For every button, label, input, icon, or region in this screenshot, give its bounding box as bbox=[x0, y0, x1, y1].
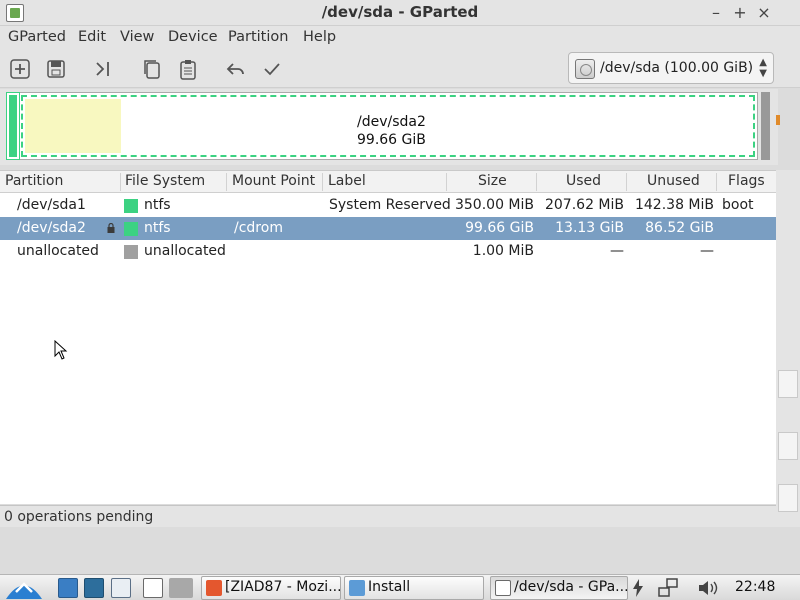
disk-graphic-frame: /dev/sda2 99.66 GiB bbox=[6, 92, 758, 160]
gparted-icon bbox=[495, 580, 511, 596]
gparted-launcher-icon[interactable] bbox=[143, 578, 163, 598]
settings-icon[interactable] bbox=[84, 578, 104, 598]
device-selector[interactable]: /dev/sda (100.00 GiB) ▲ ▼ bbox=[568, 52, 774, 84]
task-install[interactable]: Install bbox=[344, 576, 484, 600]
background-window-edge bbox=[778, 370, 798, 398]
volume-icon[interactable] bbox=[697, 579, 721, 597]
menu-gparted[interactable]: GParted bbox=[8, 29, 66, 45]
column-unused[interactable]: Unused bbox=[647, 173, 700, 189]
cell-size: 99.66 GiB bbox=[465, 220, 534, 236]
cell-size: 350.00 MiB bbox=[454, 197, 534, 213]
resize-icon[interactable] bbox=[92, 57, 116, 81]
cell-partition: /dev/sda1 bbox=[17, 197, 86, 213]
window-title: /dev/sda - GParted bbox=[321, 3, 479, 21]
column-filesystem[interactable]: File System bbox=[125, 173, 205, 189]
spin-arrows-icon: ▲ ▼ bbox=[759, 57, 767, 79]
network-icon[interactable] bbox=[657, 578, 679, 598]
power-icon[interactable] bbox=[632, 579, 644, 597]
cell-size: 1.00 MiB bbox=[472, 243, 534, 259]
fs-color-swatch bbox=[124, 199, 138, 213]
cell-unused: 86.52 GiB bbox=[645, 220, 714, 236]
right-edge-panel bbox=[776, 170, 800, 527]
cell-used: 13.13 GiB bbox=[555, 220, 624, 236]
menu-view[interactable]: View bbox=[120, 29, 154, 45]
disk-graphic: /dev/sda2 99.66 GiB bbox=[0, 89, 780, 165]
cell-partition: unallocated bbox=[17, 243, 99, 259]
partition-table: Partition File System Mount Point Label … bbox=[0, 170, 776, 504]
partition-block-size: 99.66 GiB bbox=[357, 132, 426, 148]
copy-icon[interactable] bbox=[140, 57, 164, 81]
task-firefox[interactable]: [ZIAD87 - Mozi... bbox=[201, 576, 341, 600]
background-window-edge bbox=[778, 432, 798, 460]
delete-icon[interactable] bbox=[44, 57, 68, 81]
table-row[interactable]: /dev/sda1 ntfs System Reserved 350.00 Mi… bbox=[0, 194, 776, 217]
cell-partition: /dev/sda2 bbox=[17, 220, 86, 236]
file-manager-icon[interactable] bbox=[58, 578, 78, 598]
clock: 22:48 bbox=[735, 579, 776, 595]
menu-edit[interactable]: Edit bbox=[78, 29, 106, 45]
background-window-edge bbox=[778, 484, 798, 512]
start-menu-icon[interactable] bbox=[4, 576, 44, 600]
resize-handle[interactable] bbox=[776, 115, 780, 125]
close-button[interactable]: × bbox=[752, 1, 776, 25]
cell-mount-point: /cdrom bbox=[234, 220, 283, 236]
cell-filesystem: ntfs bbox=[144, 197, 171, 213]
task-label: Install bbox=[368, 579, 411, 595]
taskbar: [ZIAD87 - Mozi... Install /dev/sda - GPa… bbox=[0, 574, 800, 600]
column-label[interactable]: Label bbox=[328, 173, 366, 189]
title-bar: /dev/sda - GParted – + × bbox=[0, 0, 800, 26]
task-label: /dev/sda - GPa... bbox=[514, 579, 628, 595]
paste-icon[interactable] bbox=[176, 57, 200, 81]
desktop-icon[interactable] bbox=[169, 578, 193, 598]
fs-color-swatch bbox=[124, 245, 138, 259]
table-row-selected[interactable]: /dev/sda2 ntfs /cdrom 99.66 GiB 13.13 Gi… bbox=[0, 217, 776, 240]
fs-color-swatch bbox=[124, 222, 138, 236]
menu-partition[interactable]: Partition bbox=[228, 29, 288, 45]
harddisk-icon bbox=[575, 59, 595, 79]
menu-bar: GParted Edit View Device Partition Help bbox=[0, 26, 800, 50]
terminal-icon[interactable] bbox=[111, 578, 131, 598]
menu-device[interactable]: Device bbox=[168, 29, 218, 45]
pending-operations-text: 0 operations pending bbox=[4, 509, 154, 525]
partition-block-label: /dev/sda2 99.66 GiB bbox=[357, 113, 426, 149]
menu-help[interactable]: Help bbox=[303, 29, 336, 45]
cell-used: 207.62 MiB bbox=[544, 197, 624, 213]
maximize-button[interactable]: + bbox=[728, 1, 752, 25]
cell-unused: 142.38 MiB bbox=[634, 197, 714, 213]
cell-used: — bbox=[610, 243, 624, 259]
device-selector-value: /dev/sda (100.00 GiB) bbox=[600, 60, 754, 76]
partition-block-sda2[interactable]: /dev/sda2 99.66 GiB bbox=[21, 95, 755, 157]
table-row[interactable]: unallocated unallocated 1.00 MiB — — bbox=[0, 240, 776, 263]
column-size[interactable]: Size bbox=[478, 173, 507, 189]
graphic-scrollbar[interactable] bbox=[761, 92, 770, 160]
new-partition-icon[interactable] bbox=[8, 57, 32, 81]
task-gparted[interactable]: /dev/sda - GPa... bbox=[490, 576, 628, 600]
column-flags[interactable]: Flags bbox=[728, 173, 765, 189]
cell-label: System Reserved bbox=[329, 197, 451, 213]
column-partition[interactable]: Partition bbox=[5, 173, 63, 189]
table-header: Partition File System Mount Point Label … bbox=[0, 171, 776, 193]
cell-flags: boot bbox=[722, 197, 754, 213]
cell-unused: — bbox=[700, 243, 714, 259]
partition-block-sda1[interactable] bbox=[6, 92, 20, 160]
install-icon bbox=[349, 580, 365, 596]
cell-filesystem: ntfs bbox=[144, 220, 171, 236]
column-used[interactable]: Used bbox=[566, 173, 601, 189]
lock-icon bbox=[107, 223, 115, 233]
apply-icon[interactable] bbox=[260, 57, 284, 81]
partition-block-name: /dev/sda2 bbox=[357, 114, 426, 130]
used-space-bar bbox=[25, 99, 121, 153]
firefox-icon bbox=[206, 580, 222, 596]
task-label: [ZIAD87 - Mozi... bbox=[225, 579, 341, 595]
cell-filesystem: unallocated bbox=[144, 243, 226, 259]
undo-icon[interactable] bbox=[224, 57, 248, 81]
minimize-button[interactable]: – bbox=[704, 1, 728, 25]
status-bar: 0 operations pending bbox=[0, 505, 776, 527]
mouse-pointer-icon bbox=[54, 340, 68, 360]
column-mount-point[interactable]: Mount Point bbox=[232, 173, 315, 189]
